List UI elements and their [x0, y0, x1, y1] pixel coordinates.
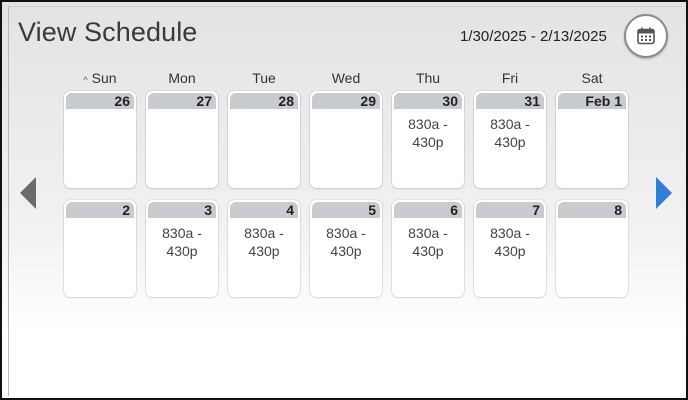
day-cell[interactable]: 7 830a - 430p [474, 200, 546, 297]
day-band: 8 [558, 202, 626, 218]
shift-start: 830a - [408, 116, 448, 132]
day-cell[interactable]: 5 830a - 430p [310, 200, 382, 297]
day-number: 4 [286, 202, 294, 218]
day-cell[interactable]: 31 830a - 430p [474, 91, 546, 188]
date-range: 1/30/2025 - 2/13/2025 [460, 28, 607, 45]
shift-time: 830a - 430p [310, 224, 382, 260]
shift-time: 830a - 430p [474, 115, 546, 151]
shift-start: 830a - [490, 116, 530, 132]
day-number: 6 [450, 202, 458, 218]
day-band: 2 [66, 202, 134, 218]
day-cell[interactable]: 26 [64, 91, 136, 188]
day-band: 29 [312, 93, 380, 109]
day-number: Feb 1 [585, 93, 622, 109]
shift-time: 830a - 430p [474, 224, 546, 260]
shift-end: 430p [248, 243, 280, 259]
shift-start: 830a - [162, 225, 202, 241]
day-header-thu: Thu [415, 70, 441, 86]
day-number: 28 [278, 93, 294, 109]
shift-start: 830a - [490, 225, 530, 241]
shift-start: 830a - [326, 225, 366, 241]
day-header-label: Sun [91, 70, 117, 86]
shift-end: 430p [494, 134, 526, 150]
previous-period-button[interactable] [20, 177, 36, 209]
day-band: 6 [394, 202, 462, 218]
day-cell[interactable]: Feb 1 [556, 91, 628, 188]
shift-time: 830a - 430p [392, 115, 464, 151]
day-header-sat: Sat [581, 70, 603, 86]
day-number: 2 [122, 202, 130, 218]
day-number: 27 [196, 93, 212, 109]
caret-up-icon: ^ [83, 75, 88, 85]
day-cell[interactable]: 28 [228, 91, 300, 188]
day-band: 4 [230, 202, 298, 218]
day-header-mon: Mon [168, 70, 196, 86]
day-band: 7 [476, 202, 544, 218]
shift-end: 430p [166, 243, 198, 259]
day-number: 3 [204, 202, 212, 218]
day-cell[interactable]: 8 [556, 200, 628, 297]
shift-end: 430p [330, 243, 362, 259]
shift-time: 830a - 430p [228, 224, 300, 260]
day-cell[interactable]: 2 [64, 200, 136, 297]
shift-end: 430p [494, 243, 526, 259]
day-number: 8 [614, 202, 622, 218]
day-header-wed: Wed [331, 70, 361, 86]
day-band: Feb 1 [558, 93, 626, 109]
shift-time: 830a - 430p [146, 224, 218, 260]
shift-start: 830a - [408, 225, 448, 241]
day-number: 30 [442, 93, 458, 109]
shift-time: 830a - 430p [392, 224, 464, 260]
page-title: View Schedule [18, 17, 198, 47]
day-cell[interactable]: 29 [310, 91, 382, 188]
schedule-panel: View Schedule 1/30/2025 - 2/13/2025 ^ Sun… [0, 0, 688, 400]
day-band: 3 [148, 202, 216, 218]
day-band: 31 [476, 93, 544, 109]
day-band: 30 [394, 93, 462, 109]
day-cell[interactable]: 6 830a - 430p [392, 200, 464, 297]
calendar-button[interactable] [624, 14, 668, 58]
day-number: 5 [368, 202, 376, 218]
day-band: 26 [66, 93, 134, 109]
day-cell[interactable]: 30 830a - 430p [392, 91, 464, 188]
day-number: 7 [532, 202, 540, 218]
day-cell[interactable]: 3 830a - 430p [146, 200, 218, 297]
next-period-button[interactable] [656, 177, 672, 209]
day-cell[interactable]: 4 830a - 430p [228, 200, 300, 297]
day-number: 29 [360, 93, 376, 109]
day-header-sun[interactable]: ^ Sun [64, 70, 136, 86]
day-band: 28 [230, 93, 298, 109]
day-band: 27 [148, 93, 216, 109]
day-band: 5 [312, 202, 380, 218]
calendar-icon [637, 27, 655, 45]
day-number: 31 [524, 93, 540, 109]
day-cell[interactable]: 27 [146, 91, 218, 188]
shift-end: 430p [412, 134, 444, 150]
day-header-tue: Tue [252, 70, 276, 86]
shift-end: 430p [412, 243, 444, 259]
shift-start: 830a - [244, 225, 284, 241]
day-number: 26 [114, 93, 130, 109]
day-header-fri: Fri [501, 70, 519, 86]
